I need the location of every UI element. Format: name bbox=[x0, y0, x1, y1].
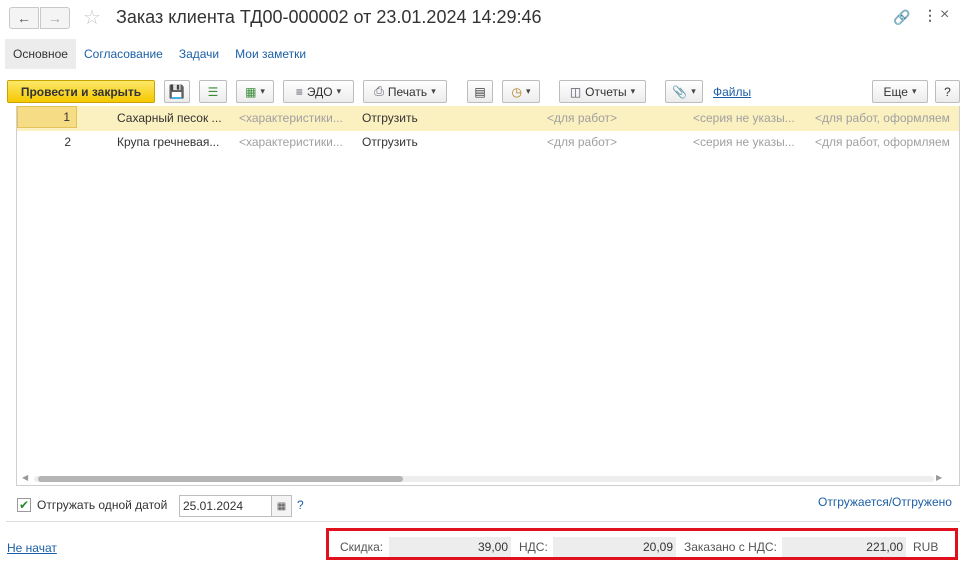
chevron-down-icon: ▾ bbox=[260, 86, 265, 96]
print-label: Печать bbox=[387, 84, 428, 99]
currency-label: RUB bbox=[913, 540, 939, 554]
ship-one-date-checkbox[interactable]: ✔ bbox=[17, 498, 31, 512]
vat-label: НДС: bbox=[519, 540, 548, 554]
divider bbox=[6, 521, 960, 522]
item-action[interactable]: Отгрузить bbox=[362, 130, 452, 155]
history-button[interactable]: ◷ ▾ bbox=[502, 80, 540, 103]
checkmark-icon: ✔ bbox=[18, 498, 30, 512]
print-button[interactable]: ⎙ Печать ▾ bbox=[363, 80, 447, 103]
reports-button[interactable]: ◫ Отчеты ▾ bbox=[559, 80, 646, 103]
chevron-down-icon: ▾ bbox=[336, 86, 342, 96]
tab-my-notes[interactable]: Мои заметки bbox=[227, 39, 314, 69]
printer-icon: ⎙ bbox=[374, 84, 384, 98]
chevron-down-icon: ▾ bbox=[630, 86, 636, 96]
ship-date-field[interactable] bbox=[179, 495, 272, 517]
edo-button[interactable]: ≡ ЭДО ▾ bbox=[283, 80, 354, 103]
calendar-icon: ▦ bbox=[276, 500, 287, 512]
back-arrow-icon: ← bbox=[17, 10, 31, 26]
tab-main[interactable]: Основное bbox=[5, 39, 76, 69]
item-work-doc[interactable]: <для работ, оформляем bbox=[815, 130, 959, 155]
ship-one-date-label: Отгружать одной датой bbox=[37, 498, 168, 512]
command-bar: Провести и закрыть 💾 ☰ ▦ ▾ ≡ ЭДО ▾ ⎙ Печать ▾… bbox=[0, 78, 960, 106]
vat-value: 20,09 bbox=[553, 537, 676, 557]
post-document-icon: ☰ bbox=[207, 84, 219, 99]
row-number: 2 bbox=[64, 135, 71, 149]
tab-tasks[interactable]: Задачи bbox=[171, 39, 227, 69]
scroll-right-icon[interactable]: ▶ bbox=[936, 473, 942, 482]
link-icon[interactable]: 🔗 bbox=[893, 9, 910, 26]
horizontal-scrollbar[interactable]: ◀ ▶ bbox=[22, 473, 946, 485]
item-work-type[interactable]: <для работ> bbox=[547, 130, 677, 155]
attachments-button[interactable]: 📎 ▾ bbox=[665, 80, 703, 103]
tab-approval[interactable]: Согласование bbox=[76, 39, 171, 69]
post-and-close-button[interactable]: Провести и закрыть bbox=[7, 80, 155, 103]
status-link[interactable]: Не начат bbox=[7, 541, 57, 555]
item-series[interactable]: <серия не указы... bbox=[693, 106, 807, 131]
create-based-icon: ▦ bbox=[245, 84, 257, 99]
item-name[interactable]: Крупа гречневая... bbox=[117, 130, 229, 155]
scroll-left-icon[interactable]: ◀ bbox=[22, 473, 28, 482]
tab-bar: Основное Согласование Задачи Мои заметки bbox=[5, 39, 314, 69]
chevron-down-icon: ▾ bbox=[525, 86, 531, 96]
chevron-down-icon: ▾ bbox=[691, 86, 696, 96]
forward-arrow-icon: → bbox=[48, 10, 62, 26]
totals-panel: Скидка: 39,00 НДС: 20,09 Заказано с НДС:… bbox=[326, 528, 958, 560]
ordered-with-vat-label: Заказано с НДС: bbox=[684, 540, 777, 554]
forward-button[interactable]: → bbox=[40, 7, 70, 29]
reports-icon: ◫ bbox=[569, 84, 582, 99]
chevron-down-icon: ▾ bbox=[431, 86, 436, 96]
goods-table[interactable]: 1 Сахарный песок ... <характеристики... … bbox=[16, 106, 960, 486]
item-characteristic[interactable]: <характеристики... bbox=[239, 130, 359, 155]
help-link[interactable]: ? bbox=[297, 498, 304, 512]
item-work-type[interactable]: <для работ> bbox=[547, 106, 677, 131]
edo-icon: ≡ bbox=[295, 84, 303, 99]
item-action[interactable]: Отгрузить bbox=[362, 106, 452, 131]
more-actions-button[interactable]: Еще ▾ bbox=[872, 80, 928, 103]
item-work-doc[interactable]: <для работ, оформляем bbox=[815, 106, 959, 131]
save-button[interactable]: 💾 bbox=[164, 80, 190, 103]
more-label: Еще bbox=[883, 84, 908, 99]
title-bar: ← → ☆ Заказ клиента ТД00-000002 от 23.01… bbox=[0, 0, 960, 36]
create-based-on-button[interactable]: ▦ ▾ bbox=[236, 80, 274, 103]
ordered-with-vat-value: 221,00 bbox=[782, 537, 906, 557]
back-button[interactable]: ← bbox=[9, 7, 39, 29]
shipping-status-link[interactable]: Отгружается/Отгружено bbox=[818, 495, 952, 509]
paperclip-icon: 📎 bbox=[672, 84, 688, 99]
table-row[interactable]: 2 Крупа гречневая... <характеристики... … bbox=[17, 130, 959, 155]
document-list-icon: ▤ bbox=[474, 84, 486, 99]
save-icon: 💾 bbox=[168, 83, 186, 99]
page-title: Заказ клиента ТД00-000002 от 23.01.2024 … bbox=[116, 7, 542, 27]
edo-label: ЭДО bbox=[306, 84, 333, 99]
calendar-button[interactable]: ▦ bbox=[272, 495, 292, 517]
row-number: 1 bbox=[17, 106, 77, 128]
scroll-thumb[interactable] bbox=[38, 476, 403, 482]
help-button[interactable]: ? bbox=[935, 80, 960, 103]
history-icon: ◷ bbox=[511, 84, 522, 99]
discount-label: Скидка: bbox=[340, 540, 384, 554]
chevron-down-icon: ▾ bbox=[911, 86, 917, 96]
more-icon[interactable]: ⋮ bbox=[923, 7, 937, 24]
item-series[interactable]: <серия не указы... bbox=[693, 130, 807, 155]
reports-label: Отчеты bbox=[585, 84, 627, 99]
item-name[interactable]: Сахарный песок ... bbox=[117, 106, 229, 131]
files-link[interactable]: Файлы bbox=[713, 85, 751, 99]
star-icon[interactable]: ☆ bbox=[83, 5, 101, 30]
post-button[interactable]: ☰ bbox=[199, 80, 227, 103]
close-icon[interactable]: × bbox=[940, 6, 949, 24]
structure-button[interactable]: ▤ bbox=[467, 80, 493, 103]
item-characteristic[interactable]: <характеристики... bbox=[239, 106, 359, 131]
discount-value: 39,00 bbox=[389, 537, 511, 557]
table-row[interactable]: 1 Сахарный песок ... <характеристики... … bbox=[17, 106, 959, 131]
